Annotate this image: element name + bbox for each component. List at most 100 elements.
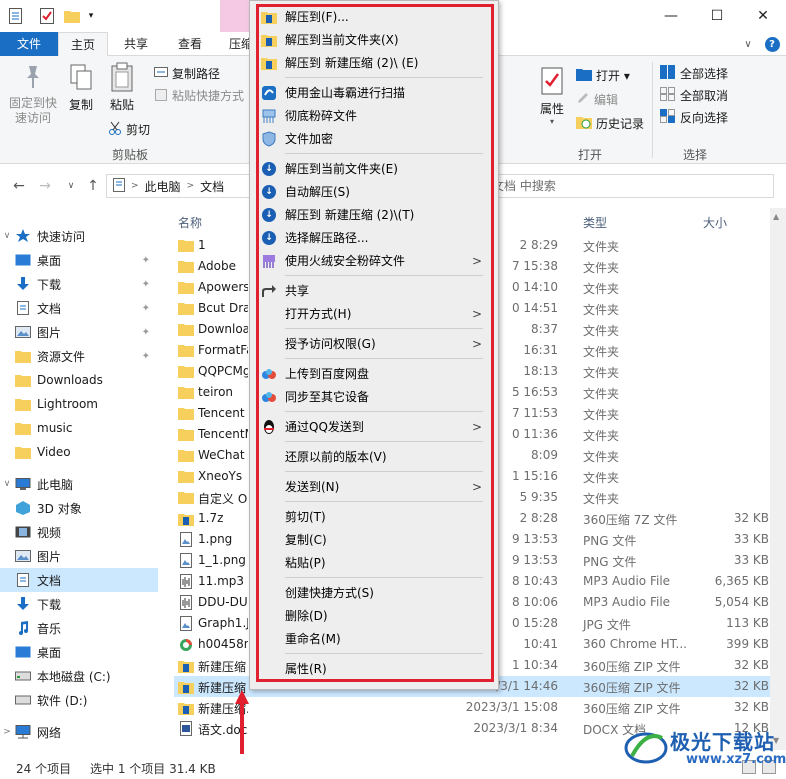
menu-qq-send[interactable]: 通过QQ发送到 > [256, 415, 486, 438]
menu-open-with[interactable]: 打开方式(H) > [256, 302, 486, 325]
nav-desktop[interactable]: 桌面 ✦ [0, 248, 158, 272]
menu-extract-here[interactable]: 解压到当前文件夹(X) [256, 28, 486, 51]
nav-downloads-folder[interactable]: Downloads [0, 368, 158, 392]
properties-button[interactable]: 属性 ▾ [534, 66, 570, 126]
address-bar[interactable]: > 此电脑 > 文档 [106, 174, 256, 198]
menu-sync-devices[interactable]: 同步至其它设备 [256, 385, 486, 408]
column-header-size[interactable]: 大小 [703, 214, 727, 231]
clipboard-icon [110, 62, 134, 95]
recent-locations-icon[interactable]: ∨ [62, 177, 80, 195]
folder-icon [14, 348, 32, 364]
nav-lightroom[interactable]: Lightroom [0, 392, 158, 416]
copy-button[interactable]: 复制 [64, 62, 98, 113]
copy-path-button[interactable]: 复制路径 [154, 64, 220, 82]
archive-icon [261, 32, 277, 48]
menu-extract-to-folder-2[interactable]: ↓ 解压到 新建压缩 (2)\(T) [256, 203, 486, 226]
menu-share[interactable]: 共享 [256, 279, 486, 302]
nav-network[interactable]: > 网络 [0, 720, 158, 744]
menu-kingsoft-scan[interactable]: 使用金山毒霸进行扫描 [256, 81, 486, 104]
close-button[interactable]: ✕ [740, 0, 786, 32]
help-icon[interactable]: ? [764, 36, 780, 52]
tab-share[interactable]: 共享 [112, 32, 160, 56]
nav-disk-d[interactable]: 软件 (D:) [0, 688, 158, 712]
file-type: 360压缩 ZIP 文件 [583, 681, 681, 695]
chevron-down-icon[interactable]: ∨ [740, 36, 756, 52]
customize-toolbar-dropdown-icon[interactable]: ▾ [86, 7, 96, 25]
back-arrow-icon[interactable]: ← [10, 177, 28, 195]
menu-copy[interactable]: 复制(C) [256, 528, 486, 551]
folder-file-icon [178, 301, 194, 316]
menu-encrypt[interactable]: 文件加密 [256, 127, 486, 150]
menu-paste[interactable]: 粘贴(P) [256, 551, 486, 574]
scroll-up-icon[interactable]: ▲ [773, 212, 779, 221]
menu-choose-extract-path[interactable]: ↓ 选择解压路径... [256, 226, 486, 249]
file-name: TencentM [198, 427, 248, 441]
selection-info: 选中 1 个项目 31.4 KB [90, 762, 216, 776]
menu-cut[interactable]: 剪切(T) [256, 505, 486, 528]
checkmark-icon[interactable] [40, 7, 54, 25]
nav-pc-pictures[interactable]: 图片 [0, 544, 158, 568]
menu-extract-here-2[interactable]: ↓ 解压到当前文件夹(E) [256, 157, 486, 180]
submenu-arrow-icon: > [471, 336, 482, 351]
menu-create-shortcut[interactable]: 创建快捷方式(S) [256, 581, 486, 604]
tab-view[interactable]: 查看 [166, 32, 214, 56]
nav-videos[interactable]: 视频 [0, 520, 158, 544]
nav-pictures[interactable]: 图片 ✦ [0, 320, 158, 344]
pin-quick-access-button[interactable]: 固定到快 速访问 [6, 62, 60, 126]
nav-disk-c[interactable]: 本地磁盘 (C:) [0, 664, 158, 688]
maximize-button[interactable]: ☐ [694, 0, 740, 32]
edit-button[interactable]: 编辑 [576, 90, 618, 108]
nav-documents[interactable]: 文档 ✦ [0, 296, 158, 320]
menu-baidu-upload[interactable]: 上传到百度网盘 [256, 362, 486, 385]
tab-home[interactable]: 主页 [58, 32, 108, 57]
paste-shortcut-button[interactable]: 粘贴快捷方式 [154, 86, 244, 104]
nav-pc-documents[interactable]: 文档 [0, 568, 158, 592]
menu-properties[interactable]: 属性(R) [256, 657, 486, 680]
menu-delete[interactable]: 删除(D) [256, 604, 486, 627]
select-none-button[interactable]: 全部取消 [660, 86, 728, 104]
nav-this-pc[interactable]: ∨ 此电脑 [0, 472, 158, 496]
menu-separator [285, 77, 483, 78]
tab-file[interactable]: 文件 [0, 32, 58, 56]
select-all-button[interactable]: 全部选择 [660, 64, 728, 82]
cut-button[interactable]: 剪切 [108, 120, 150, 138]
nav-music-folder[interactable]: music [0, 416, 158, 440]
menu-extract-to-folder[interactable]: 解压到 新建压缩 (2)\ (E) [256, 51, 486, 74]
invert-selection-button[interactable]: 反向选择 [660, 108, 728, 126]
nav-pc-desktop[interactable]: 桌面 [0, 640, 158, 664]
nav-downloads[interactable]: 下载 ✦ [0, 272, 158, 296]
nav-pc-music[interactable]: 音乐 [0, 616, 158, 640]
menu-auto-extract[interactable]: ↓ 自动解压(S) [256, 180, 486, 203]
history-button[interactable]: 历史记录 [576, 114, 644, 132]
menu-restore-versions[interactable]: 还原以前的版本(V) [256, 445, 486, 468]
menu-extract-to[interactable]: 解压到(F)... [256, 5, 486, 28]
file-row[interactable]: 新建压缩.zip2023/3/1 15:08360压缩 ZIP 文件32 KB [174, 697, 772, 718]
nav-resources[interactable]: 资源文件 ✦ [0, 344, 158, 368]
vertical-scrollbar[interactable]: ▲ ▼ [770, 208, 786, 750]
computer-icon [14, 476, 32, 492]
properties-icon[interactable] [8, 7, 22, 25]
nav-pc-downloads[interactable]: 下载 [0, 592, 158, 616]
breadcrumb-this-pc[interactable]: 此电脑 [145, 178, 181, 195]
paste-button[interactable]: 粘贴 [104, 62, 140, 113]
minimize-button[interactable]: — [648, 0, 694, 32]
archive-icon [261, 55, 277, 71]
breadcrumb-documents[interactable]: 文档 [200, 178, 224, 195]
column-header-name[interactable]: 名称 [178, 214, 202, 231]
forward-arrow-icon[interactable]: → [36, 177, 54, 195]
search-input[interactable]: 文档 中搜索 [488, 174, 774, 198]
nav-video-folder[interactable]: Video [0, 440, 158, 464]
zip-file-icon [178, 658, 194, 673]
up-arrow-icon[interactable]: ↑ [84, 177, 102, 195]
menu-huorong-shred[interactable]: 使用火绒安全粉碎文件 > [256, 249, 486, 272]
select-group-label: 选择 [682, 148, 707, 162]
column-header-type[interactable]: 类型 [583, 214, 607, 231]
menu-send-to[interactable]: 发送到(N) > [256, 475, 486, 498]
new-folder-icon[interactable] [64, 7, 80, 25]
menu-shred[interactable]: 彻底粉碎文件 [256, 104, 486, 127]
nav-3d-objects[interactable]: 3D 对象 [0, 496, 158, 520]
nav-quick-access[interactable]: ∨ 快速访问 [0, 224, 158, 248]
menu-rename[interactable]: 重命名(M) [256, 627, 486, 650]
menu-grant-access[interactable]: 授予访问权限(G) > [256, 332, 486, 355]
open-button[interactable]: 打开 ▾ [576, 66, 630, 84]
